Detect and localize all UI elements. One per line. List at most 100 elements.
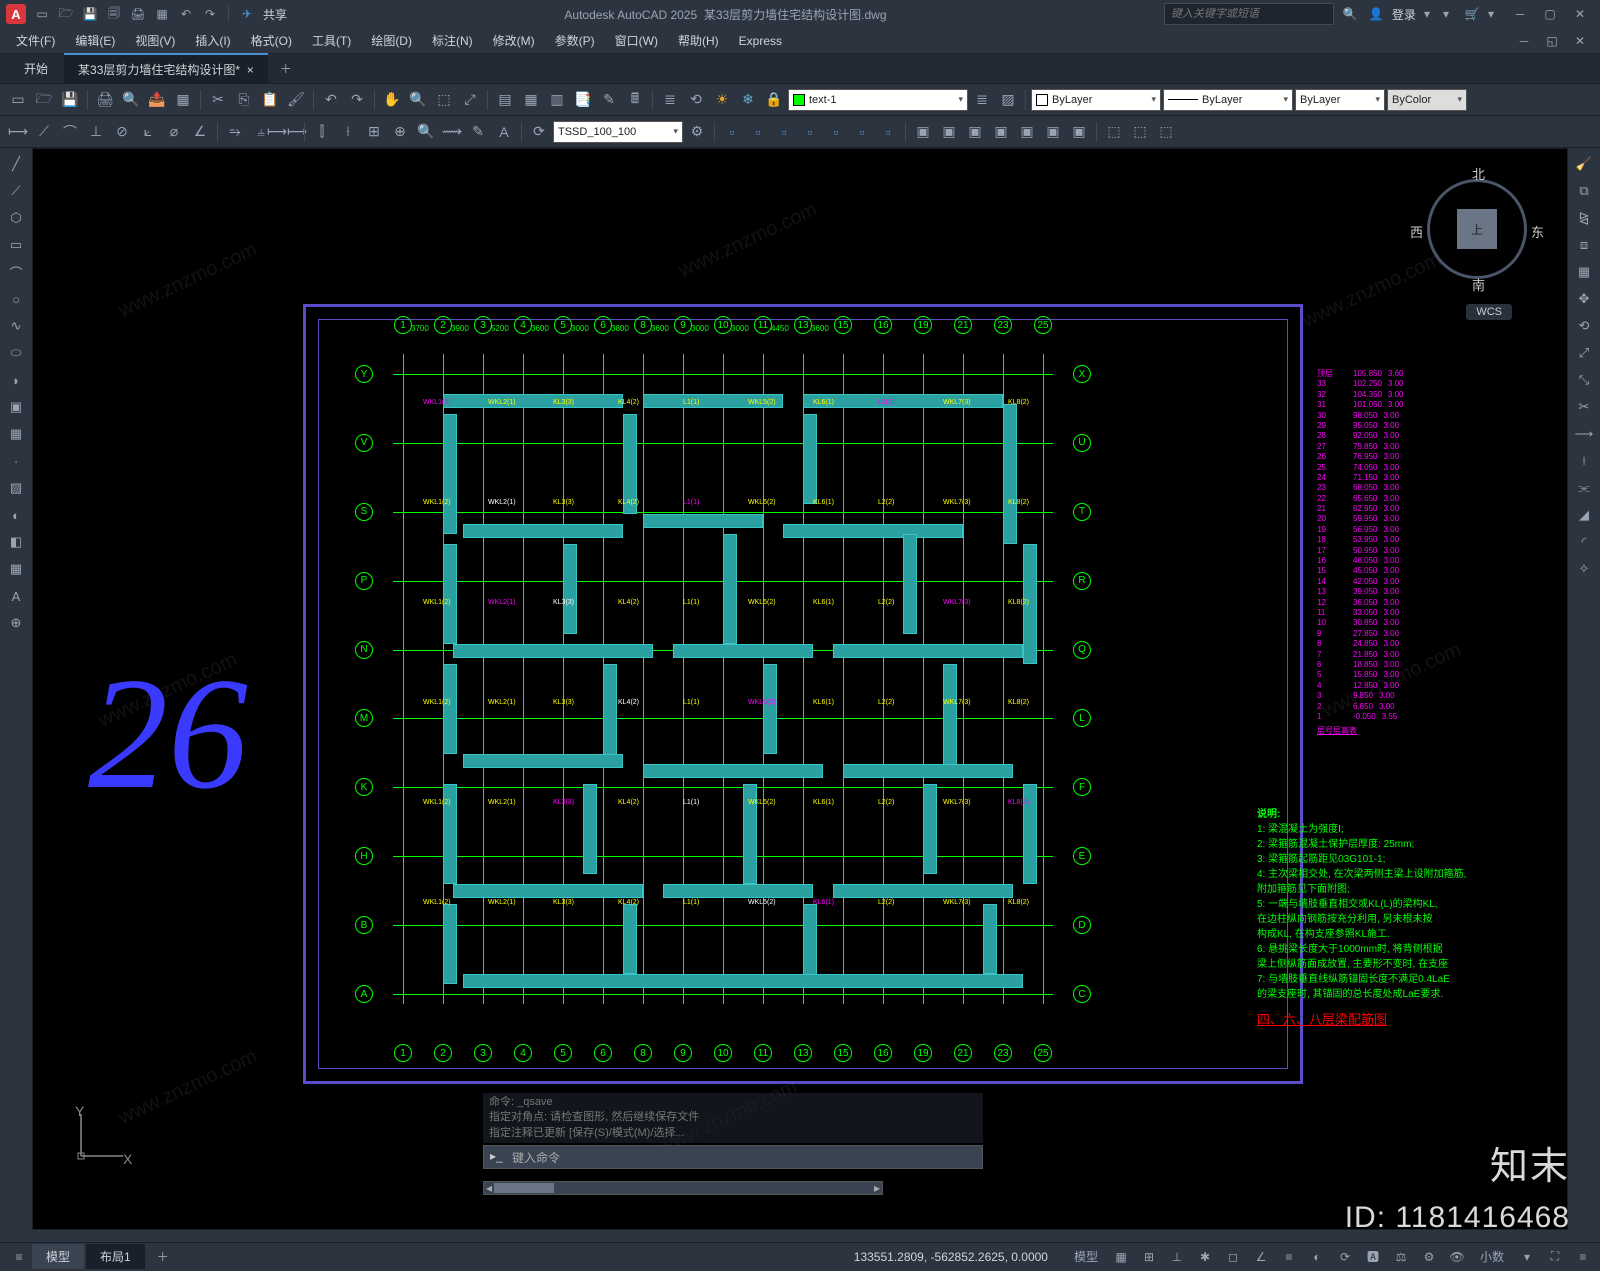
tolerance-icon[interactable]: ⊞ bbox=[362, 120, 386, 144]
addsel-icon[interactable]: ⊕ bbox=[4, 611, 28, 635]
compass-west[interactable]: 西 bbox=[1410, 222, 1423, 241]
explode-icon[interactable]: ✧ bbox=[1572, 557, 1596, 581]
user-icon[interactable]: 👤 bbox=[1366, 4, 1386, 24]
web-icon[interactable]: 🖨 bbox=[128, 4, 148, 24]
polygon-icon[interactable]: ⬡ bbox=[4, 206, 28, 230]
snap-toggle-icon[interactable]: ⊞ bbox=[1138, 1246, 1160, 1268]
ref-3-icon[interactable]: ▣ bbox=[963, 120, 987, 144]
maximize-icon[interactable]: ▢ bbox=[1536, 3, 1564, 25]
menu-format[interactable]: 格式(O) bbox=[241, 28, 302, 53]
ref-2-icon[interactable]: ▣ bbox=[937, 120, 961, 144]
scrollbar-thumb[interactable] bbox=[494, 1183, 554, 1193]
misc-1-icon[interactable]: ⬚ bbox=[1102, 120, 1126, 144]
join-icon[interactable]: ⫘ bbox=[1572, 476, 1596, 500]
ref-4-icon[interactable]: ▣ bbox=[989, 120, 1013, 144]
blue-7-icon[interactable]: ▫ bbox=[876, 120, 900, 144]
block-icon[interactable]: ▦ bbox=[4, 422, 28, 446]
units-display[interactable]: 小数 bbox=[1474, 1248, 1510, 1265]
tab-close-icon[interactable]: × bbox=[247, 63, 254, 77]
copy-icon[interactable]: ⎘ bbox=[232, 88, 256, 112]
viewcube[interactable]: 上 北 南 东 西 bbox=[1417, 169, 1537, 289]
line-icon[interactable]: ╱ bbox=[4, 152, 28, 176]
help-icon[interactable]: ▾ bbox=[1488, 4, 1494, 24]
props-icon[interactable]: ▤ bbox=[493, 88, 517, 112]
dim-ord-icon[interactable]: ⊥ bbox=[84, 120, 108, 144]
ellipse-icon[interactable]: ⬭ bbox=[4, 341, 28, 365]
menu-edit[interactable]: 编辑(E) bbox=[65, 28, 125, 53]
color-dropdown[interactable]: ByLayer▾ bbox=[1031, 89, 1161, 111]
markup-icon[interactable]: ✎ bbox=[597, 88, 621, 112]
qcalc-icon[interactable]: 🖩 bbox=[623, 88, 647, 112]
ellipse-arc-icon[interactable]: ◗ bbox=[4, 368, 28, 392]
menu-help[interactable]: 帮助(H) bbox=[668, 28, 729, 53]
insert-icon[interactable]: ▣ bbox=[4, 395, 28, 419]
fillet-icon[interactable]: ◜ bbox=[1572, 530, 1596, 554]
sheet-icon[interactable]: ▦ bbox=[171, 88, 195, 112]
publish-icon[interactable]: 📤 bbox=[145, 88, 169, 112]
saveas-icon[interactable]: 🗐 bbox=[104, 4, 124, 24]
layer-dropdown[interactable]: text-1▾ bbox=[788, 89, 968, 111]
autodesk-icon[interactable]: ▾ bbox=[1436, 4, 1456, 24]
offset-icon[interactable]: ⧈ bbox=[1572, 233, 1596, 257]
save-doc-icon[interactable]: 💾 bbox=[58, 88, 82, 112]
ref-7-icon[interactable]: ▣ bbox=[1067, 120, 1091, 144]
hatch-icon[interactable]: ▨ bbox=[4, 476, 28, 500]
search-icon[interactable]: 🔍 bbox=[1340, 4, 1360, 24]
new-doc-icon[interactable]: ▭ bbox=[6, 88, 30, 112]
dim-update-icon[interactable]: ⟳ bbox=[527, 120, 551, 144]
region-icon[interactable]: ◧ bbox=[4, 530, 28, 554]
app-badge[interactable]: A bbox=[6, 4, 26, 24]
inspect-icon[interactable]: 🔍 bbox=[414, 120, 438, 144]
menu-window[interactable]: 窗口(W) bbox=[605, 28, 668, 53]
menu-file[interactable]: 文件(F) bbox=[6, 28, 65, 53]
customize-icon[interactable]: ▾ bbox=[1516, 1246, 1538, 1268]
dim-break-icon[interactable]: ⟊ bbox=[336, 120, 360, 144]
rotate-icon[interactable]: ⟲ bbox=[1572, 314, 1596, 338]
pline-icon[interactable]: ⟋ bbox=[4, 179, 28, 203]
array-icon[interactable]: ▦ bbox=[1572, 260, 1596, 284]
tab-model[interactable]: 模型 bbox=[32, 1244, 84, 1269]
table-icon[interactable]: ▦ bbox=[4, 557, 28, 581]
compass-east[interactable]: 东 bbox=[1531, 222, 1544, 241]
pan-icon[interactable]: ✋ bbox=[380, 88, 404, 112]
jog-line-icon[interactable]: ⟿ bbox=[440, 120, 464, 144]
menu-tools[interactable]: 工具(T) bbox=[302, 28, 361, 53]
share-label[interactable]: 共享 bbox=[263, 6, 287, 23]
help-search-input[interactable] bbox=[1164, 3, 1334, 25]
transparency-toggle-icon[interactable]: ◐ bbox=[1306, 1246, 1328, 1268]
blue-4-icon[interactable]: ▫ bbox=[798, 120, 822, 144]
gradient-icon[interactable]: ◐ bbox=[4, 503, 28, 527]
open-doc-icon[interactable]: 🗁 bbox=[32, 88, 56, 112]
layer-mgr-icon[interactable]: ≣ bbox=[658, 88, 682, 112]
blue-3-icon[interactable]: ▫ bbox=[772, 120, 796, 144]
grid-toggle-icon[interactable]: ▦ bbox=[1110, 1246, 1132, 1268]
modelspace-toggle[interactable]: 模型 bbox=[1068, 1248, 1104, 1265]
dim-linear-icon[interactable]: ⟼ bbox=[6, 120, 30, 144]
scale-icon[interactable]: ⤢ bbox=[1572, 341, 1596, 365]
lock-icon[interactable]: 🔒 bbox=[762, 88, 786, 112]
ssm-icon[interactable]: 📑 bbox=[571, 88, 595, 112]
break-icon[interactable]: ⟊ bbox=[1572, 449, 1596, 473]
minimize-icon[interactable]: ─ bbox=[1506, 3, 1534, 25]
zoom-icon[interactable]: 🔍 bbox=[406, 88, 430, 112]
ref-5-icon[interactable]: ▣ bbox=[1015, 120, 1039, 144]
annovisibility-icon[interactable]: 👁 bbox=[1446, 1246, 1468, 1268]
command-input[interactable]: ▸_ 键入命令 bbox=[483, 1145, 983, 1169]
ref-1-icon[interactable]: ▣ bbox=[911, 120, 935, 144]
cycle-toggle-icon[interactable]: ⟳ bbox=[1334, 1246, 1356, 1268]
scale-toggle-icon[interactable]: ⚖ bbox=[1390, 1246, 1412, 1268]
workspace-icon[interactable]: ⚙ bbox=[1418, 1246, 1440, 1268]
annoscale-toggle-icon[interactable]: 🅰 bbox=[1362, 1246, 1384, 1268]
viewcube-top-face[interactable]: 上 bbox=[1457, 209, 1497, 249]
misc-3-icon[interactable]: ⬚ bbox=[1154, 120, 1178, 144]
lweight-toggle-icon[interactable]: ≡ bbox=[1278, 1246, 1300, 1268]
blue-6-icon[interactable]: ▫ bbox=[850, 120, 874, 144]
mtext-icon[interactable]: A bbox=[4, 584, 28, 608]
layer-prev-icon[interactable]: ⟲ bbox=[684, 88, 708, 112]
trim-icon[interactable]: ✂ bbox=[1572, 395, 1596, 419]
cart-icon[interactable]: 🛒 bbox=[1462, 4, 1482, 24]
rect-icon[interactable]: ▭ bbox=[4, 233, 28, 257]
lineweight-dropdown[interactable]: ByLayer▾ bbox=[1295, 89, 1385, 111]
otrack-toggle-icon[interactable]: ∠ bbox=[1250, 1246, 1272, 1268]
redo-icon[interactable]: ↷ bbox=[200, 4, 220, 24]
